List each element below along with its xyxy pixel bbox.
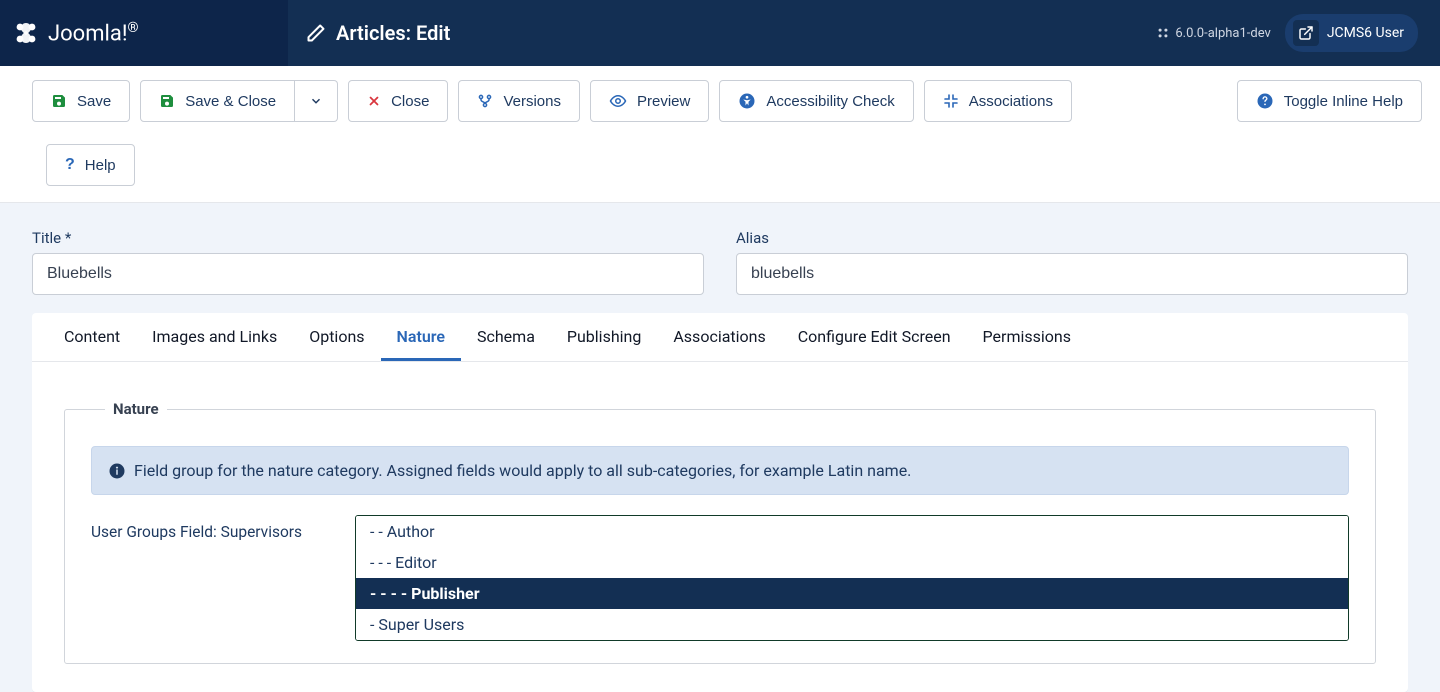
chevron-down-icon (309, 94, 323, 108)
associations-button[interactable]: Associations (924, 80, 1072, 122)
info-icon (108, 462, 126, 480)
save-button[interactable]: Save (32, 80, 130, 122)
eye-icon (609, 92, 627, 110)
tab-content[interactable]: Content (48, 313, 136, 361)
option-super-users[interactable]: - Super Users (356, 609, 1348, 640)
save-close-dropdown[interactable] (295, 80, 338, 122)
branch-icon (477, 93, 493, 109)
pencil-icon (306, 23, 326, 43)
tabs: Content Images and Links Options Nature … (32, 313, 1408, 362)
user-name: JCMS6 User (1327, 25, 1404, 41)
save-icon (159, 93, 175, 109)
header-right: 6.0.0-alpha1-dev JCMS6 User (1156, 14, 1440, 52)
tab-configure-edit[interactable]: Configure Edit Screen (782, 313, 967, 361)
tab-schema[interactable]: Schema (461, 313, 551, 361)
tab-permissions[interactable]: Permissions (967, 313, 1087, 361)
brand-block: Joomla!® (0, 0, 288, 66)
info-banner: Field group for the nature category. Ass… (91, 446, 1349, 495)
title-input[interactable] (32, 253, 704, 295)
tab-options[interactable]: Options (293, 313, 380, 361)
close-button[interactable]: Close (348, 80, 448, 122)
contract-icon (943, 93, 959, 109)
tab-publishing[interactable]: Publishing (551, 313, 657, 361)
close-icon (367, 94, 381, 108)
page-title-block: Articles: Edit (288, 21, 1156, 45)
alias-label: Alias (736, 229, 1408, 247)
version-indicator[interactable]: 6.0.0-alpha1-dev (1156, 26, 1270, 41)
accessibility-icon (738, 92, 756, 110)
nature-fieldset: Nature Field group for the nature catego… (64, 400, 1376, 664)
supervisors-row: User Groups Field: Supervisors - - Autho… (91, 515, 1349, 641)
title-label: Title * (32, 229, 704, 247)
external-link-icon (1293, 20, 1319, 46)
tab-panel-nature: Nature Field group for the nature catego… (32, 362, 1408, 692)
help-button[interactable]: ? Help (46, 144, 135, 186)
nature-legend: Nature (105, 400, 167, 418)
save-close-group: Save & Close (140, 80, 338, 122)
alias-input[interactable] (736, 253, 1408, 295)
option-author[interactable]: - - Author (356, 516, 1348, 547)
tab-nature[interactable]: Nature (381, 313, 461, 361)
option-editor[interactable]: - - - Editor (356, 547, 1348, 578)
edit-card: Content Images and Links Options Nature … (32, 313, 1408, 692)
brand-text: Joomla!® (48, 20, 139, 46)
title-field-group: Title * (32, 229, 704, 295)
toggle-inline-help-button[interactable]: Toggle Inline Help (1237, 80, 1422, 122)
preview-button[interactable]: Preview (590, 80, 709, 122)
toolbar: Save Save & Close Close Versions Prev (0, 66, 1440, 203)
question-icon: ? (65, 156, 75, 174)
joomla-mark-icon (1156, 26, 1170, 40)
header: Joomla!® Articles: Edit 6.0.0-alpha1-dev… (0, 0, 1440, 66)
tab-associations[interactable]: Associations (657, 313, 781, 361)
question-circle-icon (1256, 92, 1274, 110)
accessibility-button[interactable]: Accessibility Check (719, 80, 913, 122)
supervisors-select[interactable]: - - Author - - - Editor - - - - Publishe… (355, 515, 1349, 641)
joomla-logo-icon (10, 17, 42, 49)
option-publisher[interactable]: - - - - Publisher (356, 578, 1348, 609)
page-title: Articles: Edit (336, 21, 450, 45)
save-close-button[interactable]: Save & Close (140, 80, 295, 122)
save-icon (51, 93, 67, 109)
tab-images-links[interactable]: Images and Links (136, 313, 293, 361)
info-text: Field group for the nature category. Ass… (134, 461, 911, 480)
version-text: 6.0.0-alpha1-dev (1175, 26, 1270, 41)
alias-field-group: Alias (736, 229, 1408, 295)
user-menu[interactable]: JCMS6 User (1285, 14, 1418, 52)
title-alias-row: Title * Alias (0, 203, 1440, 313)
versions-button[interactable]: Versions (458, 80, 580, 122)
supervisors-label: User Groups Field: Supervisors (91, 515, 331, 541)
